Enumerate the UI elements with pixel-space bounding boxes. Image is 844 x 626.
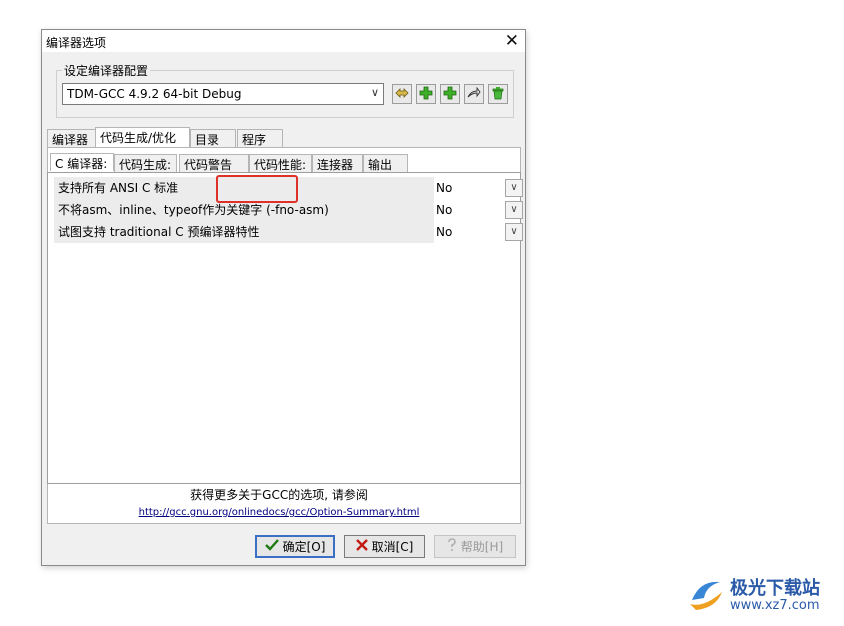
cancel-button[interactable]: 取消[C] [344,535,425,558]
chevron-down-icon[interactable]: ∨ [505,201,523,219]
tab-code-profiling[interactable]: 代码性能: [249,154,312,172]
config-group-label: 设定编译器配置 [62,62,151,79]
tab-programs[interactable]: 程序 [237,129,283,147]
rename-config-button[interactable] [392,84,412,104]
compiler-config-value: TDM-GCC 4.9.2 64-bit Debug [67,87,242,101]
export-icon [467,86,481,102]
help-icon [447,538,457,555]
ok-button[interactable]: 确定[O] [255,535,335,558]
close-icon[interactable]: ✕ [505,30,519,52]
tab-compiler[interactable]: 编译器 [47,129,96,147]
add-copy-icon [443,86,457,103]
add-icon [419,86,433,103]
tab-codegen-optimization[interactable]: 代码生成/优化 [95,127,190,147]
window-title: 编译器选项 [46,36,107,50]
tab-code-warnings[interactable]: 代码警告 [179,154,249,172]
delete-config-button[interactable] [488,84,508,104]
add-config-button[interactable] [416,84,436,104]
annotation-highlight-box [216,175,298,203]
gcc-docs-link[interactable]: http://gcc.gnu.org/onlinedocs/gcc/Option… [42,507,516,518]
export-config-button[interactable] [464,84,484,104]
watermark-name: 极光下载站 [730,578,820,599]
option-value[interactable]: No [436,199,482,221]
chevron-down-icon[interactable]: ∨ [505,179,523,197]
watermark: 极光下载站 www.xz7.com [686,572,836,616]
option-value[interactable]: No [436,221,482,243]
check-icon [264,539,279,554]
add-copy-config-button[interactable] [440,84,460,104]
delete-icon [492,86,504,103]
cross-icon [355,539,368,554]
options-grid: 支持所有 ANSI C 标准 No ∨ 不将asm、inline、typeof作… [47,172,523,484]
tab-c-compiler[interactable]: C 编译器: [50,153,114,171]
rename-icon [395,87,409,102]
compiler-config-select[interactable]: TDM-GCC 4.9.2 64-bit Debug ∨ [62,83,384,105]
option-label: 试图支持 traditional C 预编译器特性 [54,221,434,243]
tab-output[interactable]: 输出 [363,154,408,172]
option-value[interactable]: No [436,177,482,199]
chevron-down-icon: ∨ [370,86,379,99]
help-button[interactable]: 帮助[H] [434,535,516,558]
tab-directories[interactable]: 目录 [190,129,236,147]
chevron-down-icon[interactable]: ∨ [505,223,523,241]
tab-code-generation[interactable]: 代码生成: [114,154,177,172]
title-bar[interactable]: 编译器选项 ✕ [42,30,525,52]
tab-linker[interactable]: 连接器 [312,154,363,172]
more-info-text: 获得更多关于GCC的选项, 请参阅 [190,488,368,502]
compiler-options-dialog: 编译器选项 ✕ 设定编译器配置 TDM-GCC 4.9.2 64-bit Deb… [41,29,526,566]
watermark-url: www.xz7.com [730,598,820,613]
